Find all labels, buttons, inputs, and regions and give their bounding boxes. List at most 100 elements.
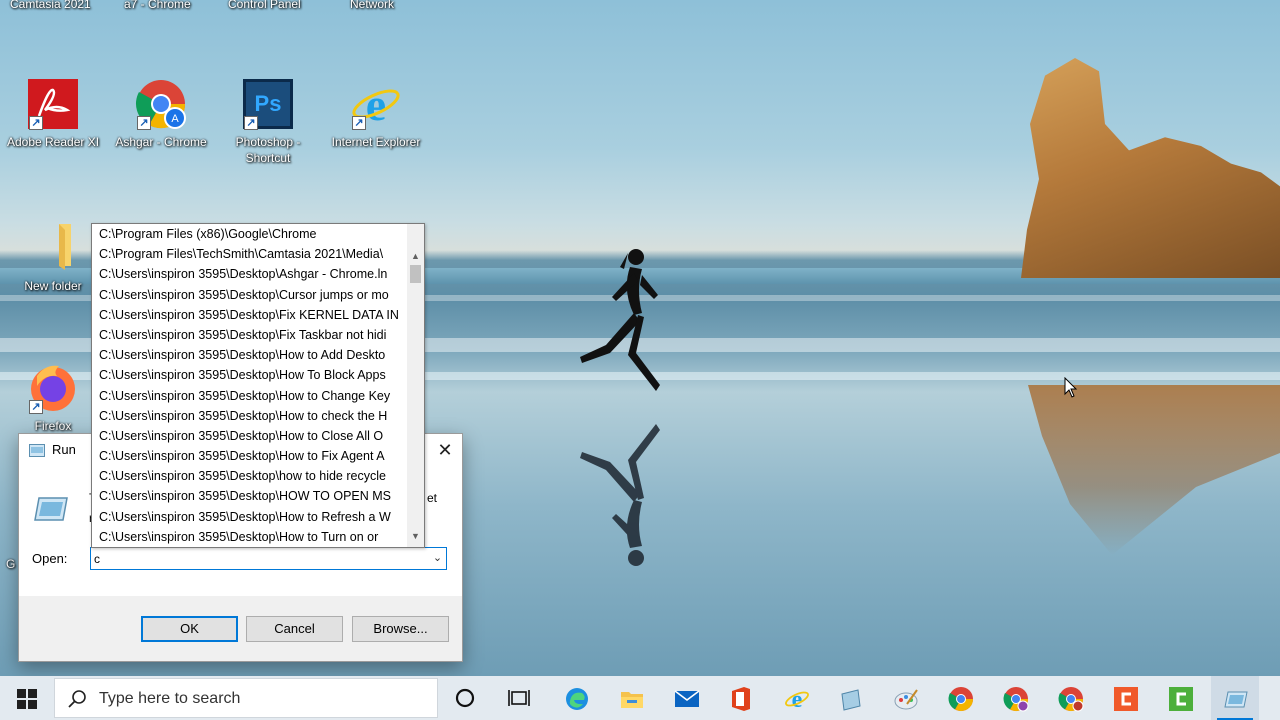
task-view-icon <box>508 690 530 706</box>
desktop-icon-internet-explorer[interactable]: e ↗ Internet Explorer <box>326 78 426 150</box>
start-button[interactable] <box>0 676 52 720</box>
run-icon <box>29 444 45 457</box>
autocomplete-item[interactable]: C:\Users\inspiron 3595\Desktop\How To Bl… <box>92 365 406 385</box>
chrome-profile-1-icon <box>1003 687 1029 712</box>
autocomplete-item[interactable]: C:\Users\inspiron 3595\Desktop\How to ch… <box>92 406 406 426</box>
autocomplete-item[interactable]: C:\Users\inspiron 3595\Desktop\How to Re… <box>92 507 406 527</box>
office-icon <box>732 687 750 711</box>
desktop-icon-label: Photoshop - Shortcut <box>235 135 301 165</box>
internet-explorer-icon: e ↗ <box>350 78 402 130</box>
scroll-up-arrow-icon[interactable]: ▲ <box>407 248 424 264</box>
ok-button[interactable]: OK <box>141 616 238 642</box>
paint-icon <box>894 689 918 710</box>
autocomplete-item[interactable]: C:\Users\inspiron 3595\Desktop\How to Tu… <box>92 527 406 547</box>
scroll-down-arrow-icon[interactable]: ▼ <box>407 528 424 544</box>
run-icon <box>1224 691 1248 708</box>
desktop-label-partial[interactable]: G <box>6 557 15 571</box>
autocomplete-item[interactable]: C:\Program Files (x86)\Google\Chrome <box>92 224 406 244</box>
desktop-icon-label: Ashgar - Chrome <box>115 135 207 149</box>
autocomplete-list: C:\Program Files (x86)\Google\Chrome C:\P… <box>92 224 424 547</box>
run-description-fragment: et <box>427 491 438 505</box>
runner-reflection <box>580 424 660 566</box>
rock-formation <box>1021 58 1280 278</box>
folder-icon <box>27 222 79 274</box>
desktop-label-control-panel[interactable]: Control Panel <box>228 0 301 11</box>
desktop-icon-firefox[interactable]: ↗ Firefox <box>3 362 103 434</box>
desktop-label-camtasia[interactable]: Camtasia 2021 <box>10 0 91 11</box>
taskbar: Type here to search e <box>0 676 1280 720</box>
autocomplete-item[interactable]: C:\Users\inspiron 3595\Desktop\HOW TO OP… <box>92 486 406 506</box>
cortana-button[interactable] <box>441 676 489 720</box>
svg-text:e: e <box>792 687 803 712</box>
svg-text:A: A <box>171 113 179 125</box>
scrollbar-thumb[interactable] <box>410 265 421 283</box>
chrome-profile-2-icon <box>1058 687 1084 712</box>
desktop-icon-chrome-profile[interactable]: A ↗ Ashgar - Chrome <box>111 78 211 150</box>
run-program-icon <box>34 497 68 521</box>
desktop-icon-adobe-reader[interactable]: ↗ Adobe Reader XI <box>3 78 103 150</box>
autocomplete-item[interactable]: C:\Program Files\TechSmith\Camtasia 2021… <box>92 244 406 264</box>
cancel-button[interactable]: Cancel <box>246 616 343 642</box>
search-icon <box>68 690 86 708</box>
taskbar-search-box[interactable]: Type here to search <box>54 678 438 718</box>
taskbar-chrome[interactable] <box>936 676 984 720</box>
adobe-reader-icon: ↗ <box>27 78 79 130</box>
taskbar-camtasia-recorder[interactable] <box>1156 676 1204 720</box>
autocomplete-scrollbar[interactable]: ▲ ▼ <box>407 224 424 547</box>
autocomplete-item[interactable]: C:\Users\inspiron 3595\Desktop\Ashgar - … <box>92 264 406 284</box>
desktop-icon-label: New folder <box>24 279 82 293</box>
mail-icon <box>674 690 700 707</box>
taskbar-edge[interactable] <box>552 676 600 720</box>
taskbar-camtasia[interactable] <box>1101 676 1149 720</box>
autocomplete-item[interactable]: C:\Users\inspiron 3595\Desktop\Cursor ju… <box>92 285 406 305</box>
desktop-label-network[interactable]: Network <box>350 0 394 11</box>
edge-icon <box>566 688 588 710</box>
taskbar-file-explorer[interactable] <box>607 676 655 720</box>
autocomplete-item[interactable]: C:\Users\inspiron 3595\Desktop\How to Ad… <box>92 345 406 365</box>
taskbar-paint[interactable] <box>881 676 929 720</box>
notepad-icon <box>841 689 861 711</box>
taskbar-mail[interactable] <box>662 676 710 720</box>
autocomplete-item[interactable]: C:\Users\inspiron 3595\Desktop\How to Ch… <box>92 386 406 406</box>
desktop-label-chrome[interactable]: a7 - Chrome <box>124 0 191 11</box>
svg-text:e: e <box>366 79 386 130</box>
open-label: Open: <box>32 551 68 566</box>
runner-silhouette <box>580 249 660 391</box>
browse-button[interactable]: Browse... <box>352 616 449 642</box>
file-explorer-icon <box>621 692 643 708</box>
svg-text:Ps: Ps <box>255 91 282 116</box>
photoshop-icon: Ps ↗ <box>242 78 294 130</box>
desktop-icon-label: Internet Explorer <box>331 135 421 149</box>
chevron-down-icon[interactable]: ⌄ <box>429 548 446 569</box>
cortana-icon <box>455 688 475 708</box>
taskbar-run[interactable] <box>1211 676 1259 720</box>
autocomplete-item[interactable]: C:\Users\inspiron 3595\Desktop\Fix KERNE… <box>92 305 406 325</box>
autocomplete-dropdown: C:\Program Files (x86)\Google\Chrome C:\P… <box>91 223 425 548</box>
run-title: Run <box>52 442 76 457</box>
internet-explorer-icon: e <box>785 687 809 712</box>
camtasia-icon <box>1114 687 1138 711</box>
chrome-profile-icon: A ↗ <box>135 78 187 130</box>
close-button[interactable]: ✕ <box>428 434 462 466</box>
task-view-button[interactable] <box>495 676 543 720</box>
autocomplete-item[interactable]: C:\Users\inspiron 3595\Desktop\How to Cl… <box>92 426 406 446</box>
autocomplete-item[interactable]: C:\Users\inspiron 3595\Desktop\How to Fi… <box>92 446 406 466</box>
desktop-icon-label: Adobe Reader XI <box>6 135 100 149</box>
search-placeholder: Type here to search <box>99 690 241 707</box>
firefox-icon: ↗ <box>27 362 79 414</box>
autocomplete-item[interactable]: C:\Users\inspiron 3595\Desktop\how to hi… <box>92 466 406 486</box>
desktop-icon-label: Firefox <box>34 419 72 433</box>
taskbar-notepad[interactable] <box>826 676 874 720</box>
taskbar-internet-explorer[interactable]: e <box>772 676 820 720</box>
taskbar-chrome-profile-2[interactable] <box>1046 676 1094 720</box>
desktop-icon-photoshop[interactable]: Ps ↗ Photoshop - Shortcut <box>218 78 318 166</box>
taskbar-office[interactable] <box>716 676 764 720</box>
windows-logo-icon <box>17 689 37 709</box>
autocomplete-item[interactable]: C:\Users\inspiron 3595\Desktop\Fix Taskb… <box>92 325 406 345</box>
chrome-icon <box>948 687 973 712</box>
open-input[interactable] <box>90 547 447 570</box>
desktop-icon-new-folder[interactable]: New folder <box>3 222 103 294</box>
rock-reflection <box>1028 385 1280 555</box>
taskbar-chrome-profile-1[interactable] <box>991 676 1039 720</box>
camtasia-recorder-icon <box>1169 687 1193 711</box>
